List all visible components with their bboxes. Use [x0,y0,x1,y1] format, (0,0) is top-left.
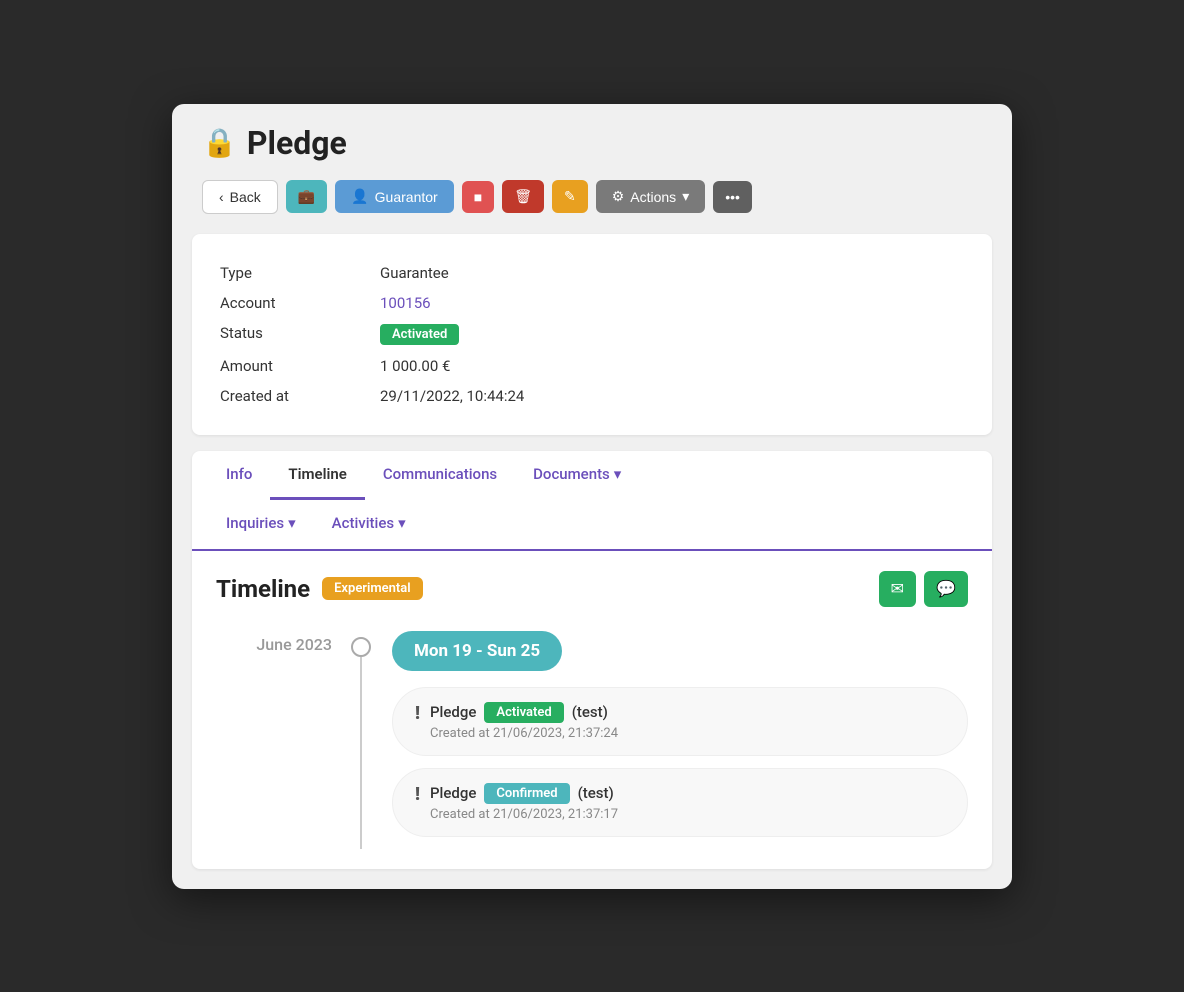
event-created-2: Created at 21/06/2023, 21:37:17 [430,807,945,822]
email-icon: ✉ [891,581,904,598]
event-card-1: ! Pledge Activated (test) Created at 21/… [392,687,968,756]
timeline-dot [351,637,371,657]
tab-info[interactable]: Info [208,451,270,500]
tab-timeline[interactable]: Timeline [270,451,364,500]
edit-icon: ✎ [564,188,576,205]
more-icon: ••• [725,189,740,205]
timeline-content: Mon 19 - Sun 25 ! Pledge Activated (test… [376,631,968,849]
event-title-row-1: Pledge Activated (test) [430,702,945,723]
week-badge: Mon 19 - Sun 25 [392,631,562,671]
experimental-badge: Experimental [322,577,423,600]
trash-icon: 🗑 [514,188,532,205]
back-chevron-icon: ‹ [219,189,224,205]
event-exclaim-icon-2: ! [415,784,420,805]
account-label: Account [220,294,340,312]
tabs-section: Info Timeline Communications Documents ▾… [192,451,992,869]
event-note-1: (test) [572,703,608,721]
account-link[interactable]: 100156 [380,294,431,312]
info-card: Type Guarantee Account 100156 Status Act… [192,234,992,435]
toolbar: ‹ Back 💼 👤 Guarantor ■ 🗑 ✎ ⚙ Actions ▾ •… [192,180,992,214]
timeline-title-group: Timeline Experimental [216,575,423,603]
month-label: June 2023 [256,635,332,654]
timeline-action-buttons: ✉ 💬 [879,571,968,607]
lock-icon: 🔒 [202,126,237,159]
event-created-1: Created at 21/06/2023, 21:37:24 [430,726,945,741]
info-row-type: Type Guarantee [220,258,964,288]
event-type-label-2: Pledge [430,784,476,802]
tab-documents[interactable]: Documents ▾ [515,451,639,500]
briefcase-icon: 💼 [298,188,315,205]
timeline-line [360,657,362,849]
edit-button[interactable]: ✎ [552,180,588,213]
inquiries-chevron-icon: ▾ [288,514,296,532]
actions-button[interactable]: ⚙ Actions ▾ [596,180,706,213]
event-exclaim-icon-1: ! [415,703,420,724]
type-value: Guarantee [380,264,449,282]
actions-chevron-icon: ▾ [682,188,689,205]
send-email-button[interactable]: ✉ [879,571,916,607]
tab-inquiries[interactable]: Inquiries ▾ [208,500,314,549]
timeline-section: Timeline Experimental ✉ 💬 June 2023 [192,551,992,869]
main-window: 🔒 Pledge ‹ Back 💼 👤 Guarantor ■ 🗑 ✎ ⚙ Ac… [172,104,1012,889]
tab-communications[interactable]: Communications [365,451,515,500]
documents-chevron-icon: ▾ [614,465,622,483]
guarantor-button[interactable]: 👤 Guarantor [335,180,453,213]
timeline-header: Timeline Experimental ✉ 💬 [216,571,968,607]
page-title: Pledge [247,124,347,162]
stop-button[interactable]: ■ [462,181,494,213]
event-content-2: Pledge Confirmed (test) Created at 21/06… [430,783,945,822]
activities-chevron-icon: ▾ [398,514,406,532]
info-row-account: Account 100156 [220,288,964,318]
gear-icon: ⚙ [612,188,625,205]
tabs-row-1: Info Timeline Communications Documents ▾ [192,451,992,500]
timeline-body: June 2023 Mon 19 - Sun 25 ! Pledge Ac [216,631,968,849]
info-row-status: Status Activated [220,318,964,351]
info-row-created: Created at 29/11/2022, 10:44:24 [220,381,964,411]
page-header: 🔒 Pledge [192,124,992,162]
event-note-2: (test) [578,784,614,802]
back-button[interactable]: ‹ Back [202,180,278,214]
sms-icon: 💬 [936,581,956,598]
timeline-title: Timeline [216,575,310,603]
info-row-amount: Amount 1 000.00 € [220,351,964,381]
created-at-label: Created at [220,387,340,405]
tabs-row-2: Inquiries ▾ Activities ▾ [192,500,992,551]
event-content-1: Pledge Activated (test) Created at 21/06… [430,702,945,741]
briefcase-button[interactable]: 💼 [286,180,327,213]
status-label: Status [220,324,340,345]
trash-button[interactable]: 🗑 [502,180,544,213]
event-type-label-1: Pledge [430,703,476,721]
amount-value: 1 000.00 € [380,357,450,375]
more-button[interactable]: ••• [713,181,752,213]
tab-activities[interactable]: Activities ▾ [314,500,424,549]
event-status-badge-1: Activated [484,702,563,723]
timeline-month: June 2023 [216,631,346,849]
event-title-row-2: Pledge Confirmed (test) [430,783,945,804]
timeline-line-col [346,631,376,849]
event-card-2: ! Pledge Confirmed (test) Created at 21/… [392,768,968,837]
created-at-value: 29/11/2022, 10:44:24 [380,387,524,405]
status-badge: Activated [380,324,459,345]
amount-label: Amount [220,357,340,375]
user-icon: 👤 [351,188,368,205]
event-status-badge-2: Confirmed [484,783,569,804]
type-label: Type [220,264,340,282]
send-sms-button[interactable]: 💬 [924,571,968,607]
stop-icon: ■ [474,189,482,205]
